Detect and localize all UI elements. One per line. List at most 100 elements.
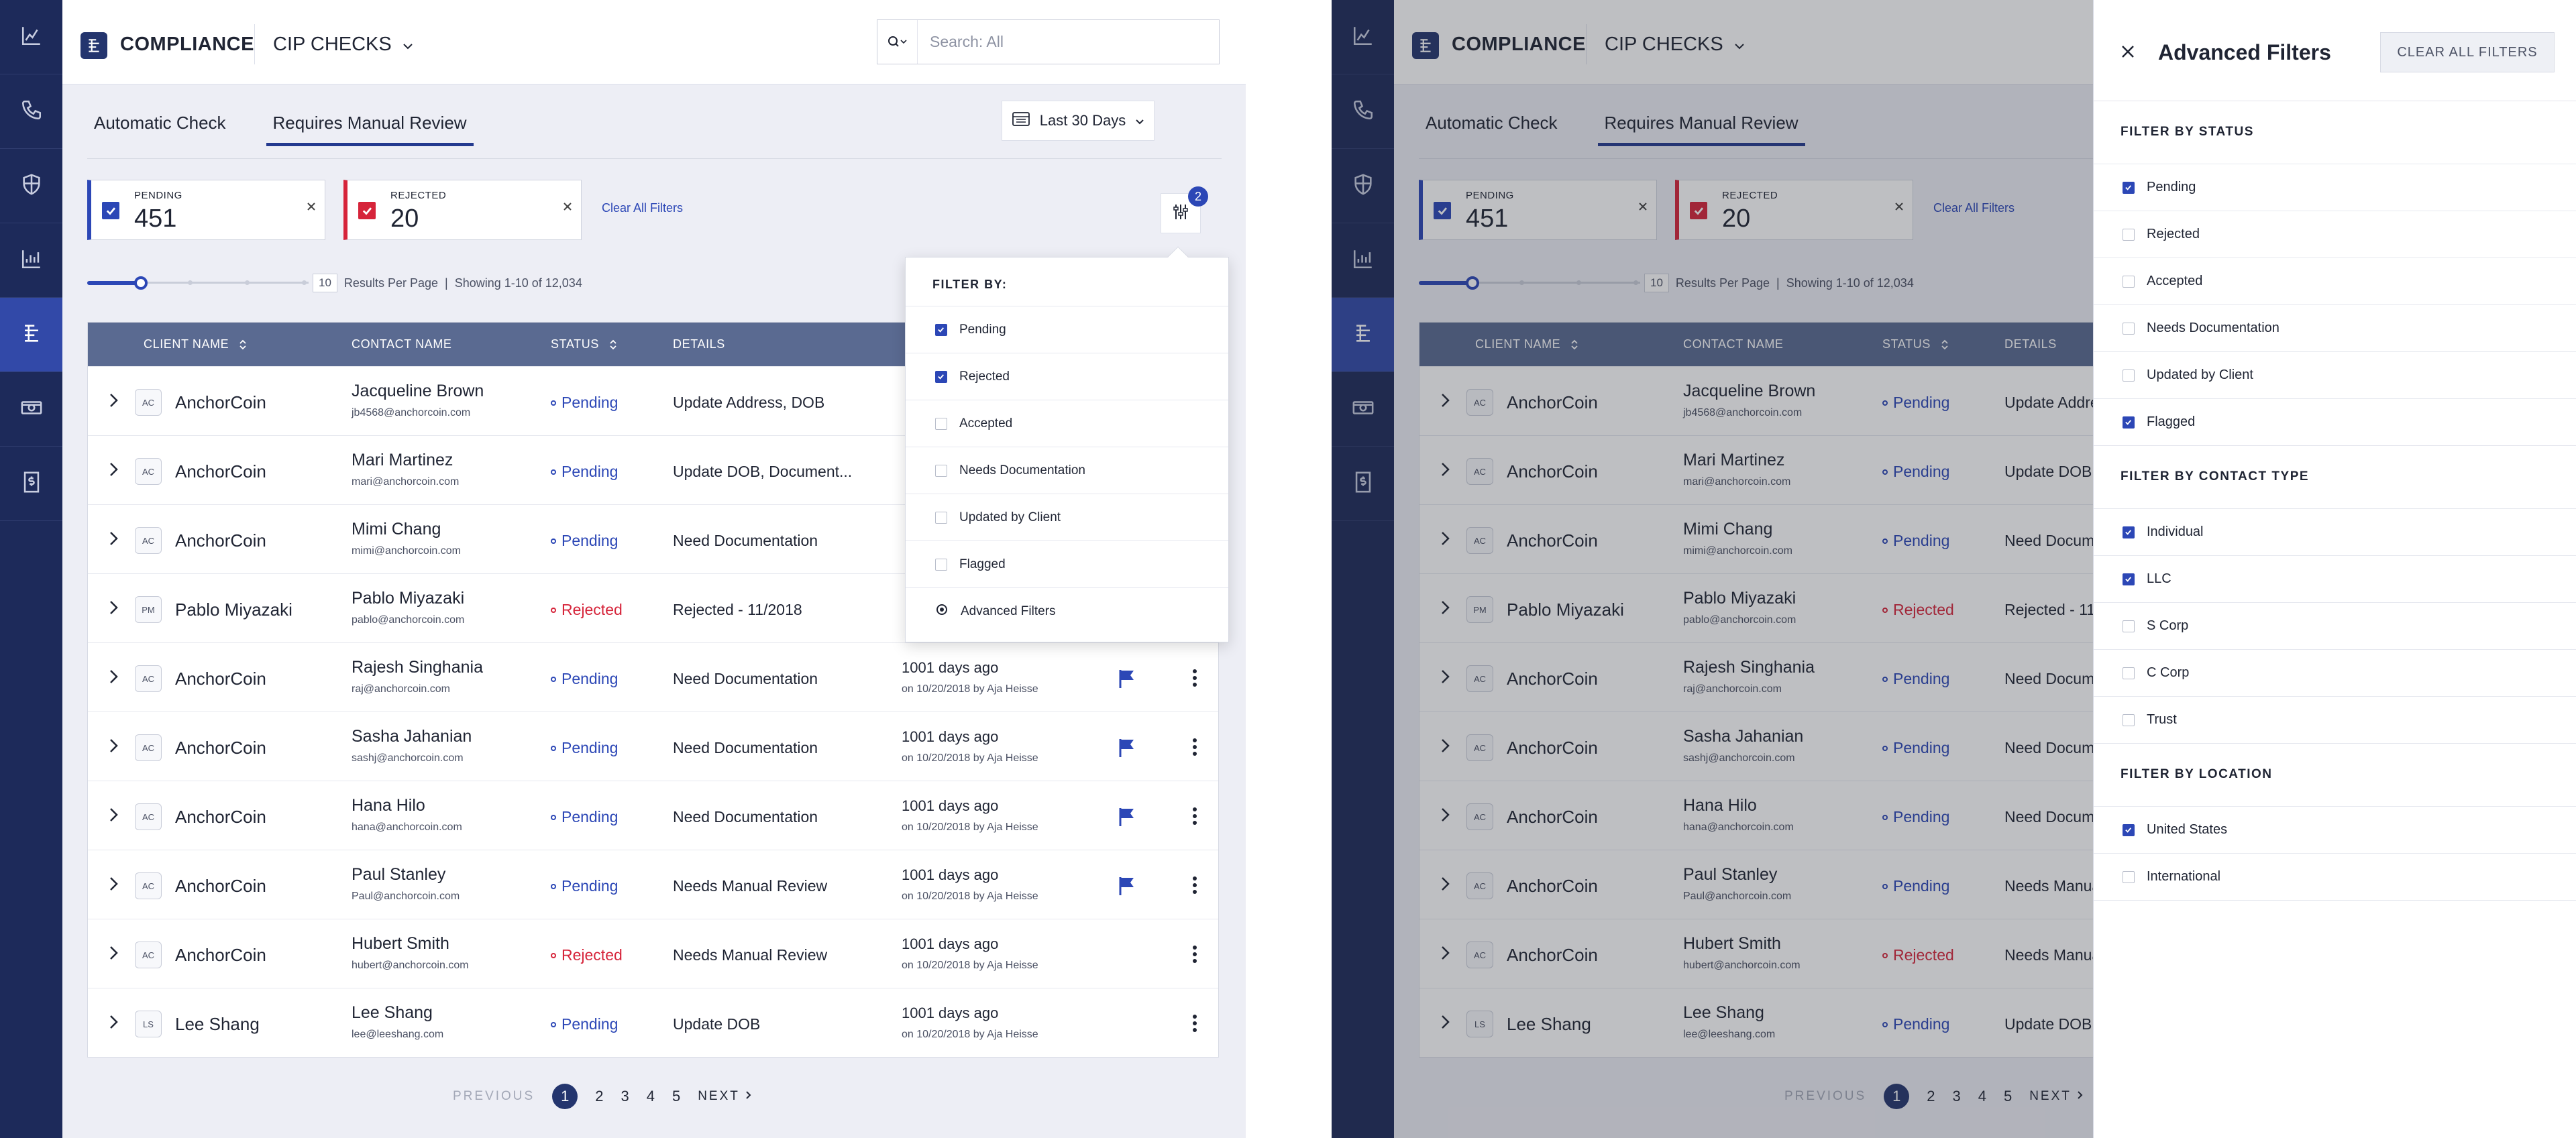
filter-option-llc[interactable]: LLC [2094, 555, 2576, 602]
search-icon[interactable] [877, 20, 918, 64]
page-4-button[interactable]: 4 [647, 1088, 655, 1105]
filter-option-updated-by-client[interactable]: Updated by Client [906, 494, 1228, 540]
flag-icon[interactable] [1118, 876, 1136, 899]
chevron-right-icon[interactable] [108, 669, 119, 688]
checkbox[interactable] [935, 417, 947, 430]
column-header-details[interactable]: DETAILS [673, 337, 725, 351]
advanced-filters-link[interactable]: Advanced Filters [906, 587, 1228, 634]
checkbox[interactable] [935, 370, 947, 383]
filter-chip-rejected[interactable]: REJECTED 20 [343, 180, 582, 240]
filter-option-rejected[interactable]: Rejected [2094, 211, 2576, 258]
chevron-right-icon[interactable] [108, 600, 119, 619]
chevron-right-icon[interactable] [108, 530, 119, 550]
filter-option-united-states[interactable]: United States [2094, 806, 2576, 853]
chevron-right-icon[interactable] [108, 392, 119, 412]
flag-icon[interactable] [1118, 807, 1136, 830]
checkbox[interactable] [2123, 573, 2135, 585]
previous-page-button[interactable]: PREVIOUS [453, 1089, 535, 1104]
checkbox[interactable] [935, 511, 947, 524]
filter-option-individual[interactable]: Individual [2094, 508, 2576, 555]
page-2-button[interactable]: 2 [595, 1088, 603, 1105]
checkbox[interactable] [2123, 322, 2135, 335]
clear-all-filters-link[interactable]: Clear All Filters [602, 201, 683, 215]
filter-option-accepted[interactable]: Accepted [906, 400, 1228, 447]
sidebar-item-document-dollar[interactable] [0, 447, 62, 521]
filter-option-c-corp[interactable]: C Corp [2094, 649, 2576, 696]
filter-option-trust[interactable]: Trust [2094, 696, 2576, 743]
checkbox[interactable] [2123, 526, 2135, 538]
more-options-icon[interactable] [1188, 667, 1201, 689]
table-row[interactable]: AC AnchorCoin Rajesh Singhania raj@anchorco… [88, 642, 1218, 712]
column-header-contact[interactable]: CONTACT NAME [352, 337, 452, 351]
flag-icon[interactable] [1118, 738, 1136, 761]
chip-checkbox[interactable] [102, 202, 119, 219]
flag-icon[interactable] [1118, 669, 1136, 692]
close-icon[interactable] [2119, 43, 2137, 64]
filter-option-pending[interactable]: Pending [906, 306, 1228, 353]
checkbox[interactable] [2123, 275, 2135, 288]
checkbox[interactable] [2123, 416, 2135, 429]
sidebar-item-bar-chart[interactable] [0, 223, 62, 298]
slider-handle[interactable] [134, 276, 148, 290]
more-options-icon[interactable] [1188, 874, 1201, 897]
results-per-page-slider[interactable] [87, 276, 309, 290]
checkbox[interactable] [2123, 228, 2135, 241]
checkbox[interactable] [2123, 870, 2135, 883]
close-icon[interactable] [562, 201, 573, 216]
checkbox[interactable] [2123, 823, 2135, 836]
checkbox[interactable] [935, 323, 947, 336]
checkbox[interactable] [935, 464, 947, 477]
clear-all-filters-button[interactable]: CLEAR ALL FILTERS [2380, 32, 2555, 72]
more-options-icon[interactable] [1188, 736, 1201, 758]
checkbox[interactable] [2123, 181, 2135, 194]
page-5-button[interactable]: 5 [672, 1088, 680, 1105]
sidebar-item-phone[interactable] [0, 74, 62, 149]
section-dropdown[interactable]: CIP CHECKS [273, 34, 413, 56]
chevron-right-icon[interactable] [108, 945, 119, 964]
chevron-right-icon[interactable] [108, 738, 119, 757]
tab-manual-review[interactable]: Requires Manual Review [266, 113, 474, 146]
table-row[interactable]: AC AnchorCoin Hubert Smith hubert@anchorcoi… [88, 919, 1218, 988]
table-row[interactable]: AC AnchorCoin Hana Hilo hana@anchorcoin.com… [88, 781, 1218, 850]
more-options-icon[interactable] [1188, 805, 1201, 828]
checkbox[interactable] [2123, 714, 2135, 726]
column-header-client[interactable]: CLIENT NAME [144, 337, 248, 351]
filter-option-s-corp[interactable]: S Corp [2094, 602, 2576, 649]
tab-automatic-check[interactable]: Automatic Check [87, 113, 233, 146]
checkbox[interactable] [935, 558, 947, 571]
page-1-button[interactable]: 1 [552, 1084, 578, 1109]
filter-option-flagged[interactable]: Flagged [2094, 398, 2576, 445]
more-options-icon[interactable] [1188, 1012, 1201, 1035]
sidebar-item-compliance[interactable] [0, 298, 62, 372]
date-range-dropdown[interactable]: Last 30 Days [1002, 101, 1155, 141]
chip-checkbox[interactable] [358, 202, 376, 219]
filter-option-updated-by-client[interactable]: Updated by Client [2094, 351, 2576, 398]
table-row[interactable]: AC AnchorCoin Paul Stanley Paul@anchorcoin.… [88, 850, 1218, 919]
chevron-right-icon[interactable] [108, 807, 119, 826]
table-row[interactable]: LS Lee Shang Lee Shang lee@leeshang.com Pend… [88, 988, 1218, 1057]
filter-option-flagged[interactable]: Flagged [906, 540, 1228, 587]
filter-chip-pending[interactable]: PENDING 451 [87, 180, 325, 240]
sidebar-item-shield[interactable] [0, 149, 62, 223]
checkbox[interactable] [2123, 620, 2135, 632]
checkbox[interactable] [2123, 369, 2135, 382]
search-input[interactable]: Search: All [877, 19, 1220, 64]
filter-option-international[interactable]: International [2094, 853, 2576, 900]
chevron-right-icon[interactable] [108, 461, 119, 481]
table-row[interactable]: AC AnchorCoin Sasha Jahanian sashj@anchorco… [88, 712, 1218, 781]
sidebar-item-chart[interactable] [0, 0, 62, 74]
filter-option-accepted[interactable]: Accepted [2094, 258, 2576, 304]
sidebar-item-money[interactable] [0, 372, 62, 447]
chevron-right-icon[interactable] [108, 876, 119, 895]
column-header-status[interactable]: STATUS [551, 337, 618, 351]
filter-option-rejected[interactable]: Rejected [906, 353, 1228, 400]
page-3-button[interactable]: 3 [621, 1088, 629, 1105]
filter-option-needs-documentation[interactable]: Needs Documentation [2094, 304, 2576, 351]
chevron-right-icon[interactable] [108, 1014, 119, 1033]
filter-option-needs-documentation[interactable]: Needs Documentation [906, 447, 1228, 494]
next-page-button[interactable]: NEXT [698, 1089, 752, 1104]
more-options-icon[interactable] [1188, 943, 1201, 966]
filter-option-pending[interactable]: Pending [2094, 164, 2576, 211]
checkbox[interactable] [2123, 667, 2135, 679]
close-icon[interactable] [306, 201, 317, 216]
